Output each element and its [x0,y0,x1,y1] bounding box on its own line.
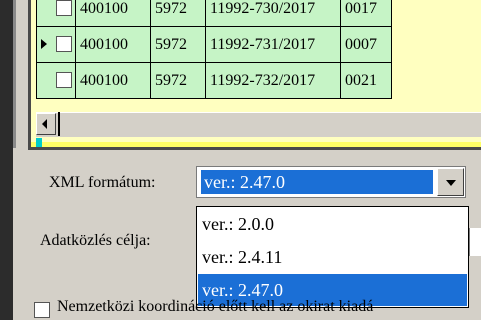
xml-format-dropdown-list: ver.: 2.0.0 ver.: 2.4.11 ver.: 2.47.0 [196,206,469,308]
row-checkbox-cell[interactable] [53,62,76,99]
table-cell[interactable]: 400100 [75,62,151,99]
row-checkbox-cell[interactable] [53,0,76,27]
table-row[interactable]: 400100 5972 11992-730/2017 0017 [36,0,392,27]
table-cell[interactable]: 11992-730/2017 [205,0,341,27]
table-cell[interactable]: 5972 [150,26,206,63]
table-cell[interactable]: 11992-731/2017 [205,26,341,63]
intl-coordination-checkbox[interactable] [34,302,50,318]
xml-format-label-box: XML formátum: [40,170,192,196]
table-cell[interactable]: 0017 [340,0,392,27]
window-frame [0,0,13,320]
intl-coordination-label: Nemzetközi koordináció előtt kell az oki… [57,298,374,315]
table-cell[interactable]: 0007 [340,26,392,63]
grid-bottom-edge [31,142,481,147]
purpose-field[interactable] [469,228,481,256]
scroll-left-arrow-icon[interactable] [36,113,56,135]
purpose-label-box: Adatközlés célja: [36,228,196,254]
current-row-arrow-icon [41,39,47,49]
table-cell[interactable]: 400100 [75,26,151,63]
grid-corner-marker [36,138,42,147]
purpose-label: Adatközlés célja: [40,232,151,249]
row-checkbox-cell[interactable] [53,26,76,63]
table-row[interactable]: 400100 5972 11992-732/2017 0021 [36,62,392,99]
dropdown-option[interactable]: ver.: 2.0.0 [198,208,467,240]
table-cell[interactable]: 5972 [150,62,206,99]
table-cell[interactable]: 11992-732/2017 [205,62,341,99]
scroll-thumb[interactable] [58,112,60,136]
table-row[interactable]: 400100 5972 11992-731/2017 0007 [36,26,392,63]
xml-format-selected-value[interactable]: ver.: 2.47.0 [201,170,433,194]
table-cell[interactable]: 400100 [75,0,151,27]
row-checkbox[interactable] [56,72,72,88]
table-cell[interactable]: 0021 [340,62,392,99]
dropdown-option[interactable]: ver.: 2.4.11 [198,241,467,273]
chevron-down-icon[interactable] [437,168,464,196]
data-grid: 400100 5972 11992-730/2017 0017 400100 5… [36,0,392,99]
frame-edge [13,0,16,148]
row-checkbox[interactable] [56,0,72,16]
row-checkbox[interactable] [56,36,72,52]
row-indicator[interactable] [36,62,53,99]
table-cell[interactable]: 5972 [150,0,206,27]
horizontal-scrollbar[interactable] [36,112,481,137]
row-indicator[interactable] [36,26,53,63]
xml-format-label: XML formátum: [49,174,156,191]
row-indicator[interactable] [36,0,53,27]
